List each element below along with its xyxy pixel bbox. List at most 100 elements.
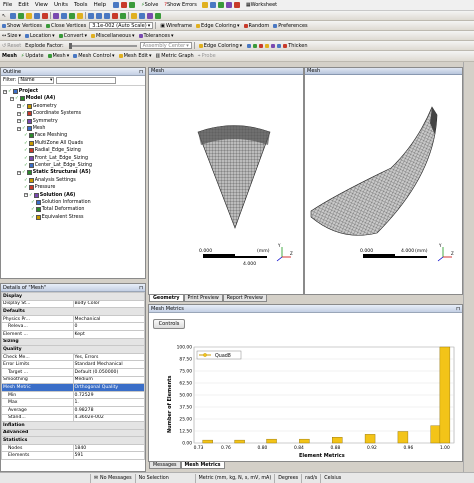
toolbar-icon-13[interactable] xyxy=(265,43,270,48)
toolbar-icon-5[interactable] xyxy=(233,2,240,8)
chart-bar[interactable] xyxy=(397,431,409,444)
pan-icon[interactable] xyxy=(18,12,25,19)
menu-help[interactable]: Help xyxy=(91,2,110,8)
outline-node[interactable]: − ✓ Mesh xyxy=(17,125,45,132)
new-icon[interactable] xyxy=(113,2,120,8)
outline-node[interactable]: − ✓ Project xyxy=(3,88,38,95)
view-front-icon[interactable] xyxy=(96,12,103,19)
tab-report-preview[interactable]: Report Preview xyxy=(222,295,267,302)
chart-bar[interactable] xyxy=(439,346,451,444)
details-value[interactable]: Orthogonal Quality xyxy=(72,383,145,392)
details-value[interactable]: Standard Mechanical xyxy=(72,360,145,369)
outline-node[interactable]: ✓ Analysis Settings xyxy=(24,177,76,184)
menu-tools[interactable]: Tools xyxy=(71,2,91,8)
worksheet-button[interactable]: Worksheet xyxy=(251,2,278,8)
menu-units[interactable]: Units xyxy=(51,2,71,8)
status-units[interactable]: Metric (mm, kg, N, s, mV, mA) xyxy=(194,473,275,483)
tab-geometry[interactable]: Geometry xyxy=(149,295,184,302)
details-row[interactable]: Defaults xyxy=(1,307,145,316)
body-select-icon[interactable] xyxy=(77,12,84,19)
details-row[interactable]: Stand... 4.3602e-002 xyxy=(1,413,145,423)
expand-icon[interactable]: − xyxy=(17,119,21,124)
details-value[interactable]: 1840 xyxy=(72,443,145,453)
expand-icon[interactable]: − xyxy=(10,96,14,101)
details-value[interactable]: Medium xyxy=(72,375,145,385)
details-row[interactable]: Sizing xyxy=(1,337,145,347)
update-button[interactable]: ⚡ Update xyxy=(19,53,46,59)
edge-coloring-button[interactable]: Edge Coloring ▾ xyxy=(194,23,241,29)
details-value[interactable]: 0.98278 xyxy=(72,405,145,415)
details-row[interactable]: Statistics xyxy=(1,436,145,445)
filter-search-input[interactable] xyxy=(56,77,117,84)
details-value[interactable]: 4.3602e-002 xyxy=(72,413,145,423)
outline-node[interactable]: ✓ Pressure xyxy=(24,184,55,191)
outline-node[interactable]: ✓ Solution Information xyxy=(31,199,91,206)
status-messages[interactable]: ✉ No Messages xyxy=(90,473,135,483)
toolbar-icon-6[interactable] xyxy=(131,12,138,19)
miscellaneous-button[interactable]: Miscellaneous ▾ xyxy=(89,33,137,39)
toolbar-icon-3[interactable] xyxy=(217,2,224,8)
details-row[interactable]: Releva... 0 xyxy=(1,322,145,331)
status-rad[interactable]: rad/s xyxy=(301,473,320,483)
outline-node[interactable]: ✓ MultiZone All Quads xyxy=(24,140,83,147)
tab-messages[interactable]: Messages xyxy=(149,462,181,469)
edge-coloring-button-2[interactable]: Edge Coloring ▾ xyxy=(197,43,244,49)
chart-bar[interactable] xyxy=(332,437,343,444)
details-row[interactable]: Advanced xyxy=(1,428,145,438)
mesh-control-dropdown[interactable]: Mesh Control ▾ xyxy=(71,53,116,59)
outline-node[interactable]: − ✓ Coordinate Systems xyxy=(17,110,81,117)
menu-edit[interactable]: Edit xyxy=(15,2,32,8)
filter-dropdown[interactable]: Name ▾ xyxy=(18,77,55,84)
open-icon[interactable] xyxy=(121,2,128,8)
details-value[interactable]: 591 xyxy=(72,451,145,461)
chart-bar[interactable] xyxy=(266,438,277,444)
box-zoom-icon[interactable] xyxy=(34,12,41,19)
pin-icon[interactable]: ⊓ xyxy=(139,285,145,291)
details-row[interactable]: Target ... Default (0.050000) xyxy=(1,367,145,377)
mesh-dropdown[interactable]: Mesh ▾ xyxy=(46,53,72,59)
details-value[interactable]: Kept xyxy=(72,329,145,339)
random-button[interactable]: Random xyxy=(242,23,272,29)
save-icon[interactable] xyxy=(129,2,136,8)
details-value[interactable]: 0.72529 xyxy=(72,390,145,400)
chart-bar[interactable] xyxy=(430,425,441,444)
view-iso-icon[interactable] xyxy=(88,12,95,19)
details-row[interactable]: Quality xyxy=(1,345,145,354)
chart-bar[interactable] xyxy=(299,438,310,444)
menu-view[interactable]: View xyxy=(32,2,51,8)
expand-icon[interactable]: − xyxy=(3,89,7,94)
face-select-icon[interactable] xyxy=(69,12,76,19)
mesh-viewport-left[interactable]: Mesh 0.000 4.000 (mm) Z Y xyxy=(148,67,304,295)
tab-print-preview[interactable]: Print Preview xyxy=(183,295,223,302)
wireframe-button[interactable]: ▣ Wireframe xyxy=(158,23,194,29)
details-row[interactable]: Elements 591 xyxy=(1,451,145,461)
details-value[interactable]: Mechanical xyxy=(72,314,145,324)
controls-button[interactable]: Controls xyxy=(153,319,185,329)
outline-node[interactable]: ✓ Total Deformation xyxy=(31,206,84,213)
details-value[interactable]: Yes, Errors xyxy=(72,352,145,362)
outline-node[interactable]: ✓ Radial_Edge_Sizing xyxy=(24,147,81,154)
show-vertices-button[interactable]: Show Vertices xyxy=(0,23,44,29)
outline-node[interactable]: ✓ Front_Lat_Edge_Sizing xyxy=(24,155,88,162)
slider-thumb[interactable] xyxy=(68,42,72,49)
outline-node[interactable]: − ✓ Static Structural (A5) xyxy=(17,169,91,176)
details-row[interactable]: Display xyxy=(1,292,145,301)
show-errors-button[interactable]: Show Errors xyxy=(167,2,197,8)
chart-bar[interactable] xyxy=(202,439,213,444)
scale-dropdown[interactable]: 3.1e-002 (Auto Scale) ▾ xyxy=(89,22,154,29)
expand-icon[interactable]: − xyxy=(17,170,21,175)
details-row[interactable]: Error Limits Standard Mechanical xyxy=(1,360,145,369)
outline-node[interactable]: ✓ Center_Lat_Edge_Sizing xyxy=(24,162,92,169)
details-row[interactable]: Physics Pr... Mechanical xyxy=(1,314,145,324)
assembly-center-dropdown[interactable]: Assembly Center ▾ xyxy=(139,42,192,49)
details-row[interactable]: Max 1. xyxy=(1,398,145,407)
right-scrollbar[interactable] xyxy=(463,62,474,472)
expand-icon[interactable]: − xyxy=(24,193,28,198)
view-top-icon[interactable] xyxy=(104,12,111,19)
size-button[interactable]: ↔ Size ▾ xyxy=(0,33,23,39)
reset-button[interactable]: ↺ Reset xyxy=(0,43,23,49)
details-row[interactable]: Min 0.72529 xyxy=(1,390,145,400)
metric-graph-button[interactable]: ▥ Metric Graph xyxy=(154,53,196,59)
details-row[interactable]: Nodes 1840 xyxy=(1,443,145,453)
details-value[interactable]: Default (0.050000) xyxy=(72,367,145,377)
